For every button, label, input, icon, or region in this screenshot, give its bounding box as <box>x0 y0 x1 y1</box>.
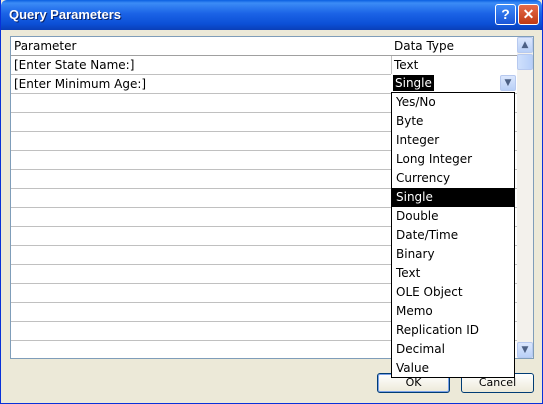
scroll-down-button[interactable]: ▼ <box>517 342 533 358</box>
combo-value: Single <box>393 75 434 91</box>
dropdown-option[interactable]: Byte <box>392 112 514 131</box>
combo-dropdown-button[interactable]: ▼ <box>500 75 516 91</box>
dropdown-option[interactable]: Yes/No <box>392 93 514 112</box>
table-row[interactable]: [Enter State Name:] Text <box>11 56 517 75</box>
data-type-dropdown-list[interactable]: Yes/No Byte Integer Long Integer Currenc… <box>391 92 515 378</box>
help-button[interactable]: ? <box>495 4 516 25</box>
header-data-type: Data Type <box>394 39 455 53</box>
chevron-up-icon: ▲ <box>521 40 529 50</box>
vertical-scrollbar[interactable]: ▲ ▼ <box>517 37 533 358</box>
title-bar[interactable]: Query Parameters ? ✕ <box>1 0 542 30</box>
dropdown-option[interactable]: Replication ID <box>392 321 514 340</box>
query-parameters-dialog: Query Parameters ? ✕ Parameter Data Type… <box>0 0 543 404</box>
dropdown-option[interactable]: Double <box>392 207 514 226</box>
dropdown-option[interactable]: Memo <box>392 302 514 321</box>
dropdown-option[interactable]: Long Integer <box>392 150 514 169</box>
chevron-down-icon: ▼ <box>504 78 512 88</box>
dialog-title: Query Parameters <box>9 7 122 22</box>
data-type-cell[interactable]: Text <box>391 56 517 74</box>
help-icon: ? <box>501 6 510 22</box>
dropdown-option[interactable]: OLE Object <box>392 283 514 302</box>
grid-header: Parameter Data Type <box>11 37 517 56</box>
dropdown-option[interactable]: Currency <box>392 169 514 188</box>
close-button[interactable]: ✕ <box>518 4 539 25</box>
dropdown-option[interactable]: Decimal <box>392 340 514 359</box>
dropdown-option[interactable]: Value <box>392 359 514 378</box>
dropdown-option[interactable]: Text <box>392 264 514 283</box>
header-parameter: Parameter <box>14 39 77 53</box>
dropdown-option-selected[interactable]: Single <box>392 188 514 207</box>
dropdown-option[interactable]: Binary <box>392 245 514 264</box>
dropdown-option[interactable]: Integer <box>392 131 514 150</box>
chevron-down-icon: ▼ <box>521 345 529 355</box>
parameter-cell[interactable]: [Enter State Name:] <box>11 56 391 74</box>
dropdown-option[interactable]: Date/Time <box>392 226 514 245</box>
parameter-cell[interactable]: [Enter Minimum Age:] <box>11 75 391 93</box>
scroll-thumb[interactable] <box>517 54 533 70</box>
close-icon: ✕ <box>522 6 535 22</box>
data-type-combo[interactable]: Single ▼ <box>391 74 517 92</box>
scroll-up-button[interactable]: ▲ <box>517 37 533 53</box>
